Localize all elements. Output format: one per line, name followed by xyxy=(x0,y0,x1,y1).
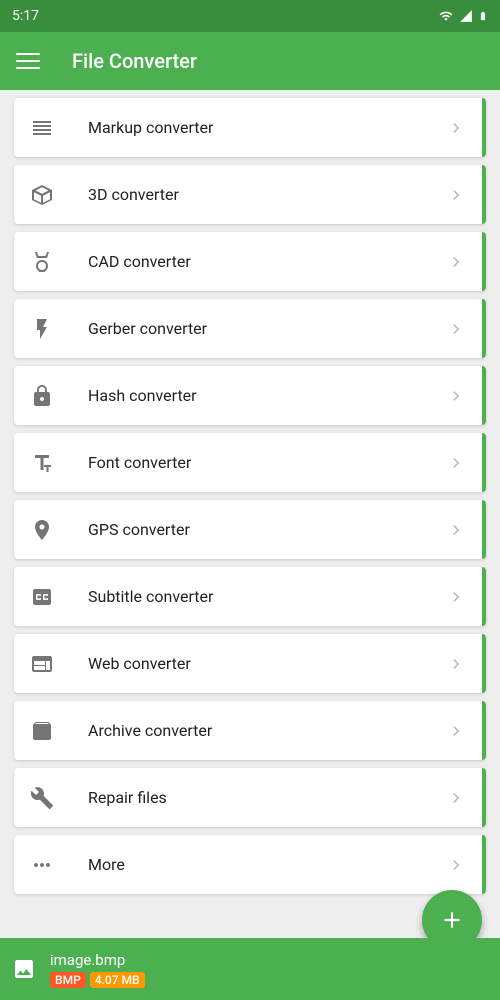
chevron-right-icon xyxy=(446,788,466,808)
file-type-badge: BMP xyxy=(50,972,86,988)
archive-icon xyxy=(30,719,54,743)
3d-converter-item[interactable]: 3D converter xyxy=(14,165,486,224)
signal-icon xyxy=(458,9,474,23)
item-label: More xyxy=(88,855,446,874)
item-label: GPS converter xyxy=(88,520,446,539)
archive-converter-item[interactable]: Archive converter xyxy=(14,701,486,760)
web-converter-item[interactable]: Web converter xyxy=(14,634,486,693)
chevron-right-icon xyxy=(446,520,466,540)
markup-converter-item[interactable]: Markup converter xyxy=(14,98,486,157)
gps-converter-item[interactable]: GPS converter xyxy=(14,500,486,559)
repair-files-item[interactable]: Repair files xyxy=(14,768,486,827)
chevron-right-icon xyxy=(446,721,466,741)
file-name: image.bmp xyxy=(50,951,145,969)
gerber-converter-item[interactable]: Gerber converter xyxy=(14,299,486,358)
status-bar: 5:17 xyxy=(0,0,500,32)
file-info: image.bmp BMP 4.07 MB xyxy=(50,951,145,988)
item-label: CAD converter xyxy=(88,252,446,271)
gerber-icon xyxy=(30,317,54,341)
item-label: Markup converter xyxy=(88,118,446,137)
chevron-right-icon xyxy=(446,319,466,339)
chevron-right-icon xyxy=(446,118,466,138)
battery-icon xyxy=(478,8,488,24)
cad-converter-item[interactable]: CAD converter xyxy=(14,232,486,291)
converter-list: Markup converter 3D converter CAD conver… xyxy=(0,90,500,952)
menu-icon[interactable] xyxy=(16,49,40,73)
item-label: Web converter xyxy=(88,654,446,673)
more-item[interactable]: More xyxy=(14,835,486,894)
font-icon xyxy=(30,451,54,475)
wifi-icon xyxy=(438,9,454,23)
image-file-icon xyxy=(12,957,36,981)
repair-icon xyxy=(30,786,54,810)
bottom-bar[interactable]: image.bmp BMP 4.07 MB xyxy=(0,938,500,1000)
item-label: Font converter xyxy=(88,453,446,472)
cad-icon xyxy=(30,250,54,274)
item-label: Subtitle converter xyxy=(88,587,446,606)
subtitle-icon xyxy=(30,585,54,609)
chevron-right-icon xyxy=(446,654,466,674)
chevron-right-icon xyxy=(446,386,466,406)
chevron-right-icon xyxy=(446,453,466,473)
chevron-right-icon xyxy=(446,252,466,272)
item-label: Repair files xyxy=(88,788,446,807)
subtitle-converter-item[interactable]: Subtitle converter xyxy=(14,567,486,626)
item-label: Archive converter xyxy=(88,721,446,740)
lock-icon xyxy=(30,384,54,408)
item-label: Gerber converter xyxy=(88,319,446,338)
markup-icon xyxy=(30,116,54,140)
hash-converter-item[interactable]: Hash converter xyxy=(14,366,486,425)
file-size-badge: 4.07 MB xyxy=(90,972,145,988)
app-bar: File Converter xyxy=(0,32,500,90)
status-icons xyxy=(438,8,488,24)
item-label: 3D converter xyxy=(88,185,446,204)
app-title: File Converter xyxy=(72,49,197,73)
font-converter-item[interactable]: Font converter xyxy=(14,433,486,492)
chevron-right-icon xyxy=(446,185,466,205)
3d-icon xyxy=(30,183,54,207)
chevron-right-icon xyxy=(446,587,466,607)
item-label: Hash converter xyxy=(88,386,446,405)
status-time: 5:17 xyxy=(12,8,39,24)
file-meta: BMP 4.07 MB xyxy=(50,972,145,988)
chevron-right-icon xyxy=(446,855,466,875)
more-icon xyxy=(30,853,54,877)
web-icon xyxy=(30,652,54,676)
location-icon xyxy=(30,518,54,542)
